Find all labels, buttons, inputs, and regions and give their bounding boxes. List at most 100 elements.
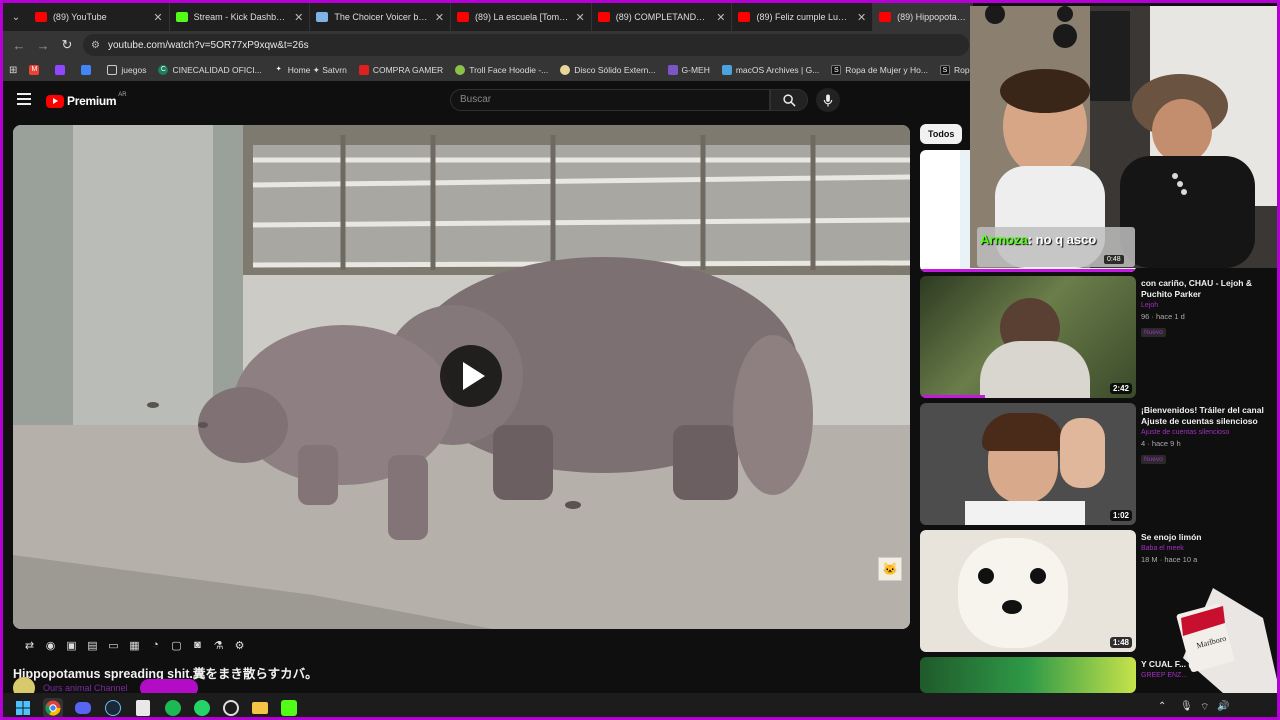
site-info-icon[interactable]: ⚙ [91,40,100,51]
search-input[interactable]: Buscar [450,89,770,111]
logo-text: Premium [67,94,117,108]
star-icon: ✦ [275,66,282,73]
bookmark-folder[interactable]: juegos [107,65,146,75]
browser-tab[interactable]: The Choicer Voicer by Yea ✕ [310,3,452,31]
channel-name[interactable]: Ours animal Channel [43,683,128,693]
browser-tab-active[interactable]: (89) Hippopotamus s [873,3,973,31]
video-title[interactable]: con cariño, CHAU - Lejoh & Puchito Parke… [1141,278,1271,300]
page-favicon-icon [316,12,329,22]
speed-icon[interactable]: ◔ [145,637,166,653]
back-arrow-icon[interactable]: ← [7,38,31,53]
recommendation-item[interactable]: 1:02 ¡Bienvenidos! Tráiler del canal Aju… [920,403,1277,525]
browser-tab[interactable]: (89) Feliz cumple Luca Z - ✕ [732,3,874,31]
address-bar[interactable]: ⚙ youtube.com/watch?v=5OR77xP9xqw&t=26s [83,34,969,56]
close-icon[interactable]: ✕ [857,11,866,24]
fullwindow-icon[interactable]: ▦ [124,637,145,653]
close-icon[interactable]: ✕ [716,11,725,24]
bookmark-item[interactable]: COMPRA GAMER [358,65,444,75]
voice-search-button[interactable] [816,88,840,112]
drive-icon [81,65,92,75]
chrome-icon[interactable] [43,698,63,717]
close-icon[interactable]: ✕ [576,11,585,24]
bookmark-item[interactable]: G-MEH [667,65,710,75]
audio-icon[interactable]: ◉ [40,637,61,653]
tab-title: (89) La escuela [Tomas y T [475,12,569,22]
flask-icon[interactable]: ⚗ [208,637,229,653]
video-thumbnail[interactable] [920,657,1136,693]
bookmark-item[interactable]: macOS Archives | G... [721,65,819,75]
wifi-icon[interactable]: ⌔ [1200,701,1209,714]
youtube-favicon-icon [738,12,751,22]
close-icon[interactable]: ✕ [153,11,162,24]
taskbar: ⌃ 🎙 ⌔ 🔊 [3,693,1277,717]
cinema-icon[interactable]: ▣ [61,637,82,653]
bookmark-item[interactable]: SRopa de Mujer y H [939,65,973,75]
video-title[interactable]: Se enojo limón [1141,532,1271,543]
channel-name[interactable]: Baba el meek [1141,545,1271,552]
steam-icon[interactable] [103,698,123,717]
close-icon[interactable]: ✕ [435,11,444,24]
video-thumbnail[interactable]: 1:02 [920,403,1136,525]
apps-grid-icon[interactable]: ⊞ [9,65,17,76]
video-thumbnail[interactable]: 2:42 [920,276,1136,398]
app-icon[interactable] [221,698,241,717]
reload-icon[interactable]: ↻ [55,37,79,53]
forward-arrow-icon[interactable]: → [31,38,55,53]
duration-badge: 1:48 [1109,637,1132,648]
twitch-icon [55,65,66,75]
whatsapp-icon[interactable] [192,698,212,717]
film-icon[interactable]: ▤ [82,637,103,653]
kick-favicon-icon [175,12,188,22]
browser-tab[interactable]: (89) YouTube ✕ [29,3,170,31]
discord-icon[interactable] [73,698,93,717]
bookmark-item[interactable]: Disco Sólido Extern... [560,65,656,75]
browser-tab[interactable]: Stream - Kick Dashboard ✕ [170,3,311,31]
youtube-masthead: Premium AR Buscar [3,81,973,121]
cinecalidad-icon: C [158,65,169,75]
kick-icon[interactable] [279,698,299,717]
bookmark-label: COMPRA GAMER [372,65,444,75]
play-button[interactable] [440,345,502,407]
channel-name[interactable]: Ajuste de cuentas silencioso [1141,429,1271,436]
bookmark-item[interactable]: S Ropa de Mujer y Ho... [831,65,928,75]
bookmark-twitch[interactable] [55,65,69,75]
spotify-icon[interactable] [163,698,183,717]
loop-icon[interactable]: ⇄ [19,637,40,653]
bookmark-drive[interactable] [81,65,95,75]
macos-icon [721,65,732,75]
chevron-up-icon[interactable]: ⌃ [1158,701,1166,712]
video-title[interactable]: ¡Bienvenidos! Tráiler del canal Ajuste d… [1141,405,1271,427]
volume-icon[interactable]: 🔊 [1217,701,1229,712]
theater-icon[interactable]: ▭ [103,637,124,653]
shein-icon: S [831,65,842,75]
browser-tab[interactable]: (89) La escuela [Tomas y T ✕ [451,3,592,31]
bookmark-label: G-MEH [681,65,710,75]
settings-gear-icon[interactable]: ⚙ [229,637,250,653]
browser-tab[interactable]: (89) COMPLETANDO FIVE ✕ [592,3,733,31]
channel-watermark-icon[interactable]: 🐱 [878,557,902,581]
tab-search-icon[interactable]: ⌄ [3,3,29,31]
obs-icon[interactable] [133,698,153,717]
pip-icon[interactable]: ▢ [166,637,187,653]
filter-chip-all[interactable]: Todos [920,124,963,144]
video-player[interactable]: 🐱 [13,125,910,629]
youtube-favicon-icon [34,12,47,22]
watch-progress-bar [920,269,1136,272]
youtube-logo[interactable]: Premium AR [46,92,127,108]
bookmark-item[interactable]: ✦ Home ✦ Satvrn [274,65,347,76]
windows-start-icon[interactable] [13,698,33,717]
search-button[interactable] [770,89,808,111]
screenshot-icon[interactable]: ◙ [187,637,208,653]
bookmark-item[interactable]: C CINECALIDAD OFICI... [158,65,262,75]
close-icon[interactable]: ✕ [294,11,303,24]
microphone-icon[interactable]: 🎙 [1180,701,1193,712]
file-explorer-icon[interactable] [250,698,270,717]
channel-name[interactable]: Lejoh [1141,302,1271,309]
bookmark-item[interactable]: Troll Face Hoodie -... [455,65,548,75]
recommendation-item[interactable]: 2:42 con cariño, CHAU - Lejoh & Puchito … [920,276,1277,398]
watch-progress-bar [920,395,985,398]
bookmark-gmail[interactable]: M [29,65,43,75]
troll-icon [455,65,466,75]
menu-icon[interactable] [17,93,31,105]
video-thumbnail[interactable]: 1:48 [920,530,1136,652]
